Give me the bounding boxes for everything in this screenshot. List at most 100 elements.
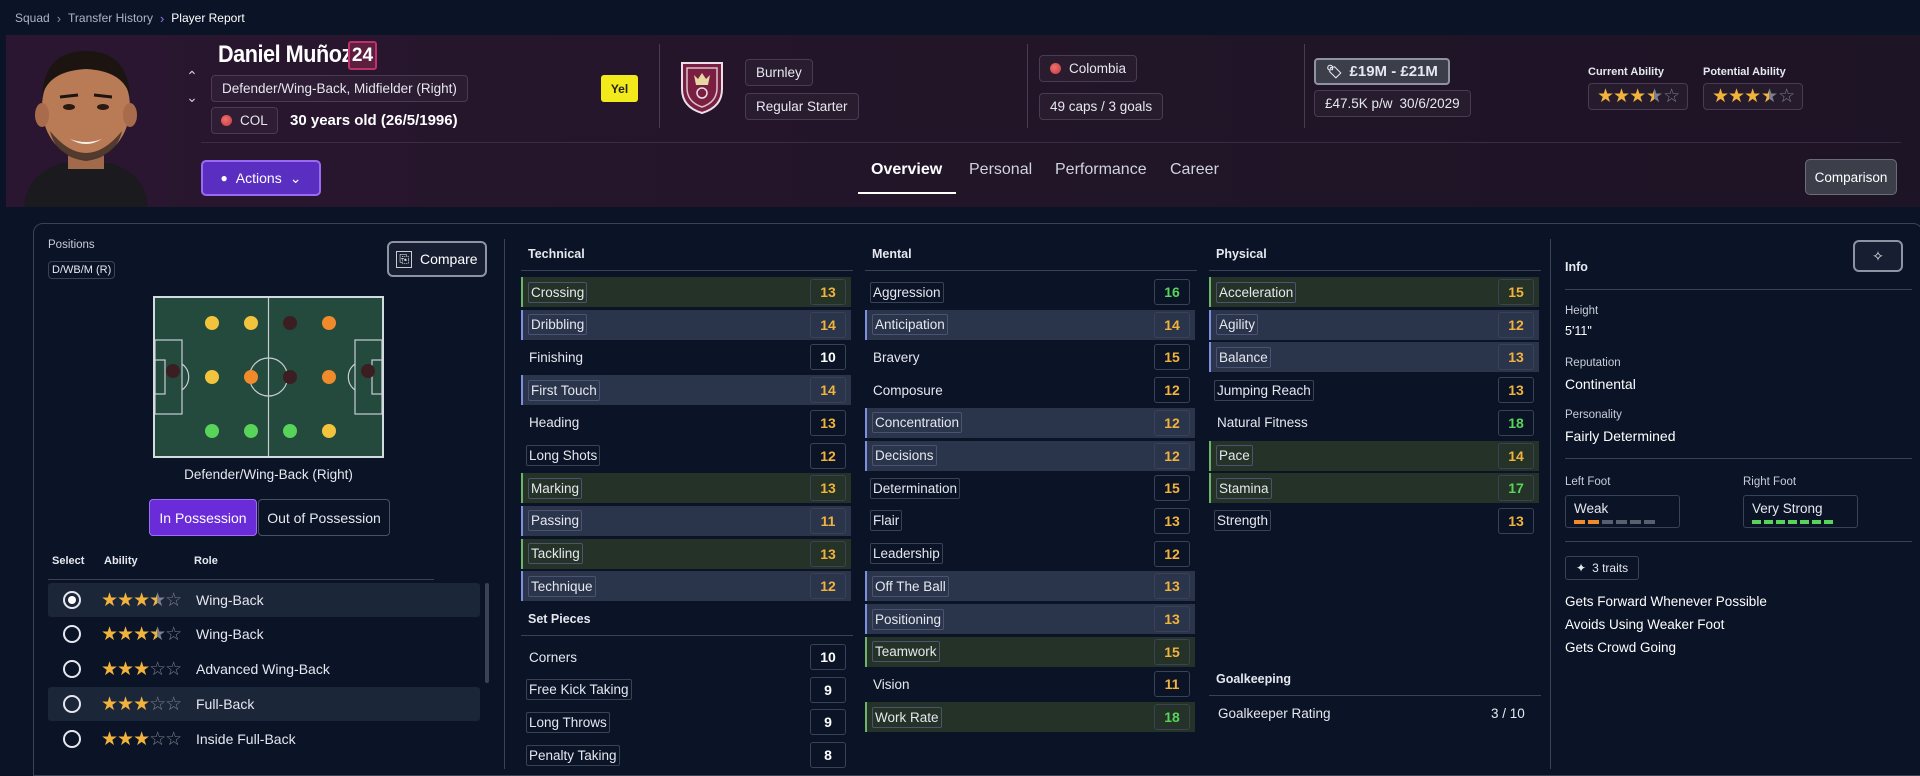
left-foot-meter [1574,520,1671,524]
attribute-row[interactable]: Corners 10 [521,642,851,672]
divider [1565,289,1912,290]
attribute-row[interactable]: Anticipation 14 [865,309,1195,340]
attribute-row[interactable]: Work Rate 18 [865,702,1195,733]
attribute-row[interactable]: Tackling 13 [521,538,851,569]
attribute-value: 13 [1154,573,1190,600]
price-tag-icon: 🏷 [1326,63,1343,79]
attribute-row[interactable]: Pace 14 [1209,440,1539,471]
trait-item: Avoids Using Weaker Foot [1565,617,1725,632]
attribute-row[interactable]: Penalty Taking 8 [521,740,851,770]
out-of-possession-tab[interactable]: Out of Possession [258,499,390,536]
radio[interactable] [63,730,81,748]
attribute-row[interactable]: Flair 13 [865,506,1195,536]
attribute-name: Jumping Reach [1214,379,1314,401]
attribute-row[interactable]: Free Kick Taking 9 [521,675,851,705]
attribute-name: Crossing [528,281,588,303]
tab-personal[interactable]: Personal [969,161,1032,191]
breadcrumb-transfer-history[interactable]: Transfer History [68,11,153,25]
role-name: Advanced Wing-Back [196,661,330,677]
attribute-name: Corners [529,649,578,665]
radio[interactable] [63,695,81,713]
personality-label: Personality [1565,409,1622,421]
role-row[interactable]: ★★★☆☆ Inside Full-Back [48,722,480,756]
attribute-row[interactable]: Determination 15 [865,473,1195,503]
attribute-row[interactable]: Teamwork 15 [865,636,1195,667]
attribute-row[interactable]: Finishing 10 [521,342,851,372]
attribute-name: Determination [870,477,961,499]
attribute-row[interactable]: Heading 13 [521,408,851,438]
actions-label: Actions [235,170,282,186]
breadcrumb-squad[interactable]: Squad [15,11,50,25]
radio-selected[interactable] [63,591,81,609]
club-name[interactable]: Burnley [745,59,813,86]
position-dot [322,316,336,330]
radio[interactable] [63,625,81,643]
attribute-value: 10 [810,644,846,670]
attribute-name: Stamina [1216,477,1272,499]
compare-button[interactable]: ⎘ Compare [387,241,487,277]
attribute-row[interactable]: Long Throws 9 [521,707,851,737]
actions-button[interactable]: ● Actions ⌄ [201,160,321,196]
attribute-row[interactable]: Off The Ball 13 [865,571,1195,602]
attribute-row[interactable]: Crossing 13 [521,277,851,307]
divider [1027,44,1028,128]
traits-chip[interactable]: ✦ 3 traits [1565,556,1640,580]
attribute-row[interactable]: Acceleration 15 [1209,277,1539,307]
attribute-row[interactable]: Aggression 16 [865,277,1195,307]
breadcrumb: Squad › Transfer History › Player Report [15,9,245,27]
positions-label: Positions [48,239,95,251]
role-row[interactable]: ★★★★★☆ Wing-Back [48,583,480,617]
tab-overview[interactable]: Overview [871,161,942,191]
attribute-row[interactable]: First Touch 14 [521,375,851,406]
attribute-row[interactable]: Stamina 17 [1209,473,1539,504]
attribute-row[interactable]: Bravery 15 [865,342,1195,372]
attribute-row[interactable]: Natural Fitness 18 [1209,408,1539,438]
attribute-name: Natural Fitness [1217,415,1308,431]
attribute-row[interactable]: Dribbling 14 [521,309,851,340]
trait-item: Gets Forward Whenever Possible [1565,594,1767,609]
role-list-scrollbar[interactable] [485,583,489,683]
positions-chip: D/WB/M (R) [48,261,116,279]
attribute-row[interactable]: Concentration 12 [865,407,1195,438]
compare-icon: ⎘ [396,250,412,268]
comparison-button[interactable]: Comparison [1805,159,1897,195]
radio[interactable] [63,660,81,678]
sparkle-icon: ✦ [1576,561,1587,575]
role-column-header: Role [194,555,218,567]
position-dot [205,424,219,438]
position-dot [205,370,219,384]
attribute-row[interactable]: Leadership 12 [865,539,1195,569]
attribute-row[interactable]: Balance 13 [1209,342,1539,373]
attribute-row[interactable]: Strength 13 [1209,506,1539,536]
previous-player-arrow-icon[interactable]: ⌃ [183,67,201,85]
attribute-row[interactable]: Long Shots 12 [521,441,851,471]
attribute-row[interactable]: Vision 11 [865,669,1195,699]
attribute-row[interactable]: Marking 13 [521,473,851,504]
player-settings-button[interactable]: ✧ [1853,240,1903,272]
club-crest-icon[interactable] [678,59,726,115]
attribute-row[interactable]: Jumping Reach 13 [1209,375,1539,405]
colombia-flag-icon [1050,63,1061,74]
nation-chip[interactable]: COL [211,107,278,134]
attribute-row[interactable]: Positioning 13 [865,604,1195,634]
role-row[interactable]: ★★★☆☆ Full-Back [48,687,480,721]
role-row[interactable]: ★★★☆☆ Advanced Wing-Back [48,652,480,686]
star-rating: ★★★★★☆ [101,589,182,611]
tab-performance[interactable]: Performance [1055,161,1147,191]
attribute-value: 9 [810,676,846,703]
attribute-row[interactable]: Technique 12 [521,571,851,602]
attribute-row[interactable]: Composure 12 [865,375,1195,405]
divider [1304,44,1305,128]
attribute-row[interactable]: Decisions 12 [865,440,1195,471]
player-header: ⌃ ⌄ Daniel Muñoz 24 Defender/Wing-Back, … [6,35,1920,207]
attribute-name: Teamwork [872,641,940,663]
attribute-name: Tackling [528,543,583,565]
nation-name[interactable]: Colombia [1039,55,1138,82]
next-player-arrow-icon[interactable]: ⌄ [183,88,201,106]
attribute-row[interactable]: Agility 12 [1209,309,1539,340]
tab-career[interactable]: Career [1170,161,1219,191]
role-row[interactable]: ★★★★★☆ Wing-Back [48,617,480,651]
current-ability-label: Current Ability [1588,66,1664,78]
attribute-row[interactable]: Passing 11 [521,505,851,536]
in-possession-tab[interactable]: In Possession [149,499,257,536]
